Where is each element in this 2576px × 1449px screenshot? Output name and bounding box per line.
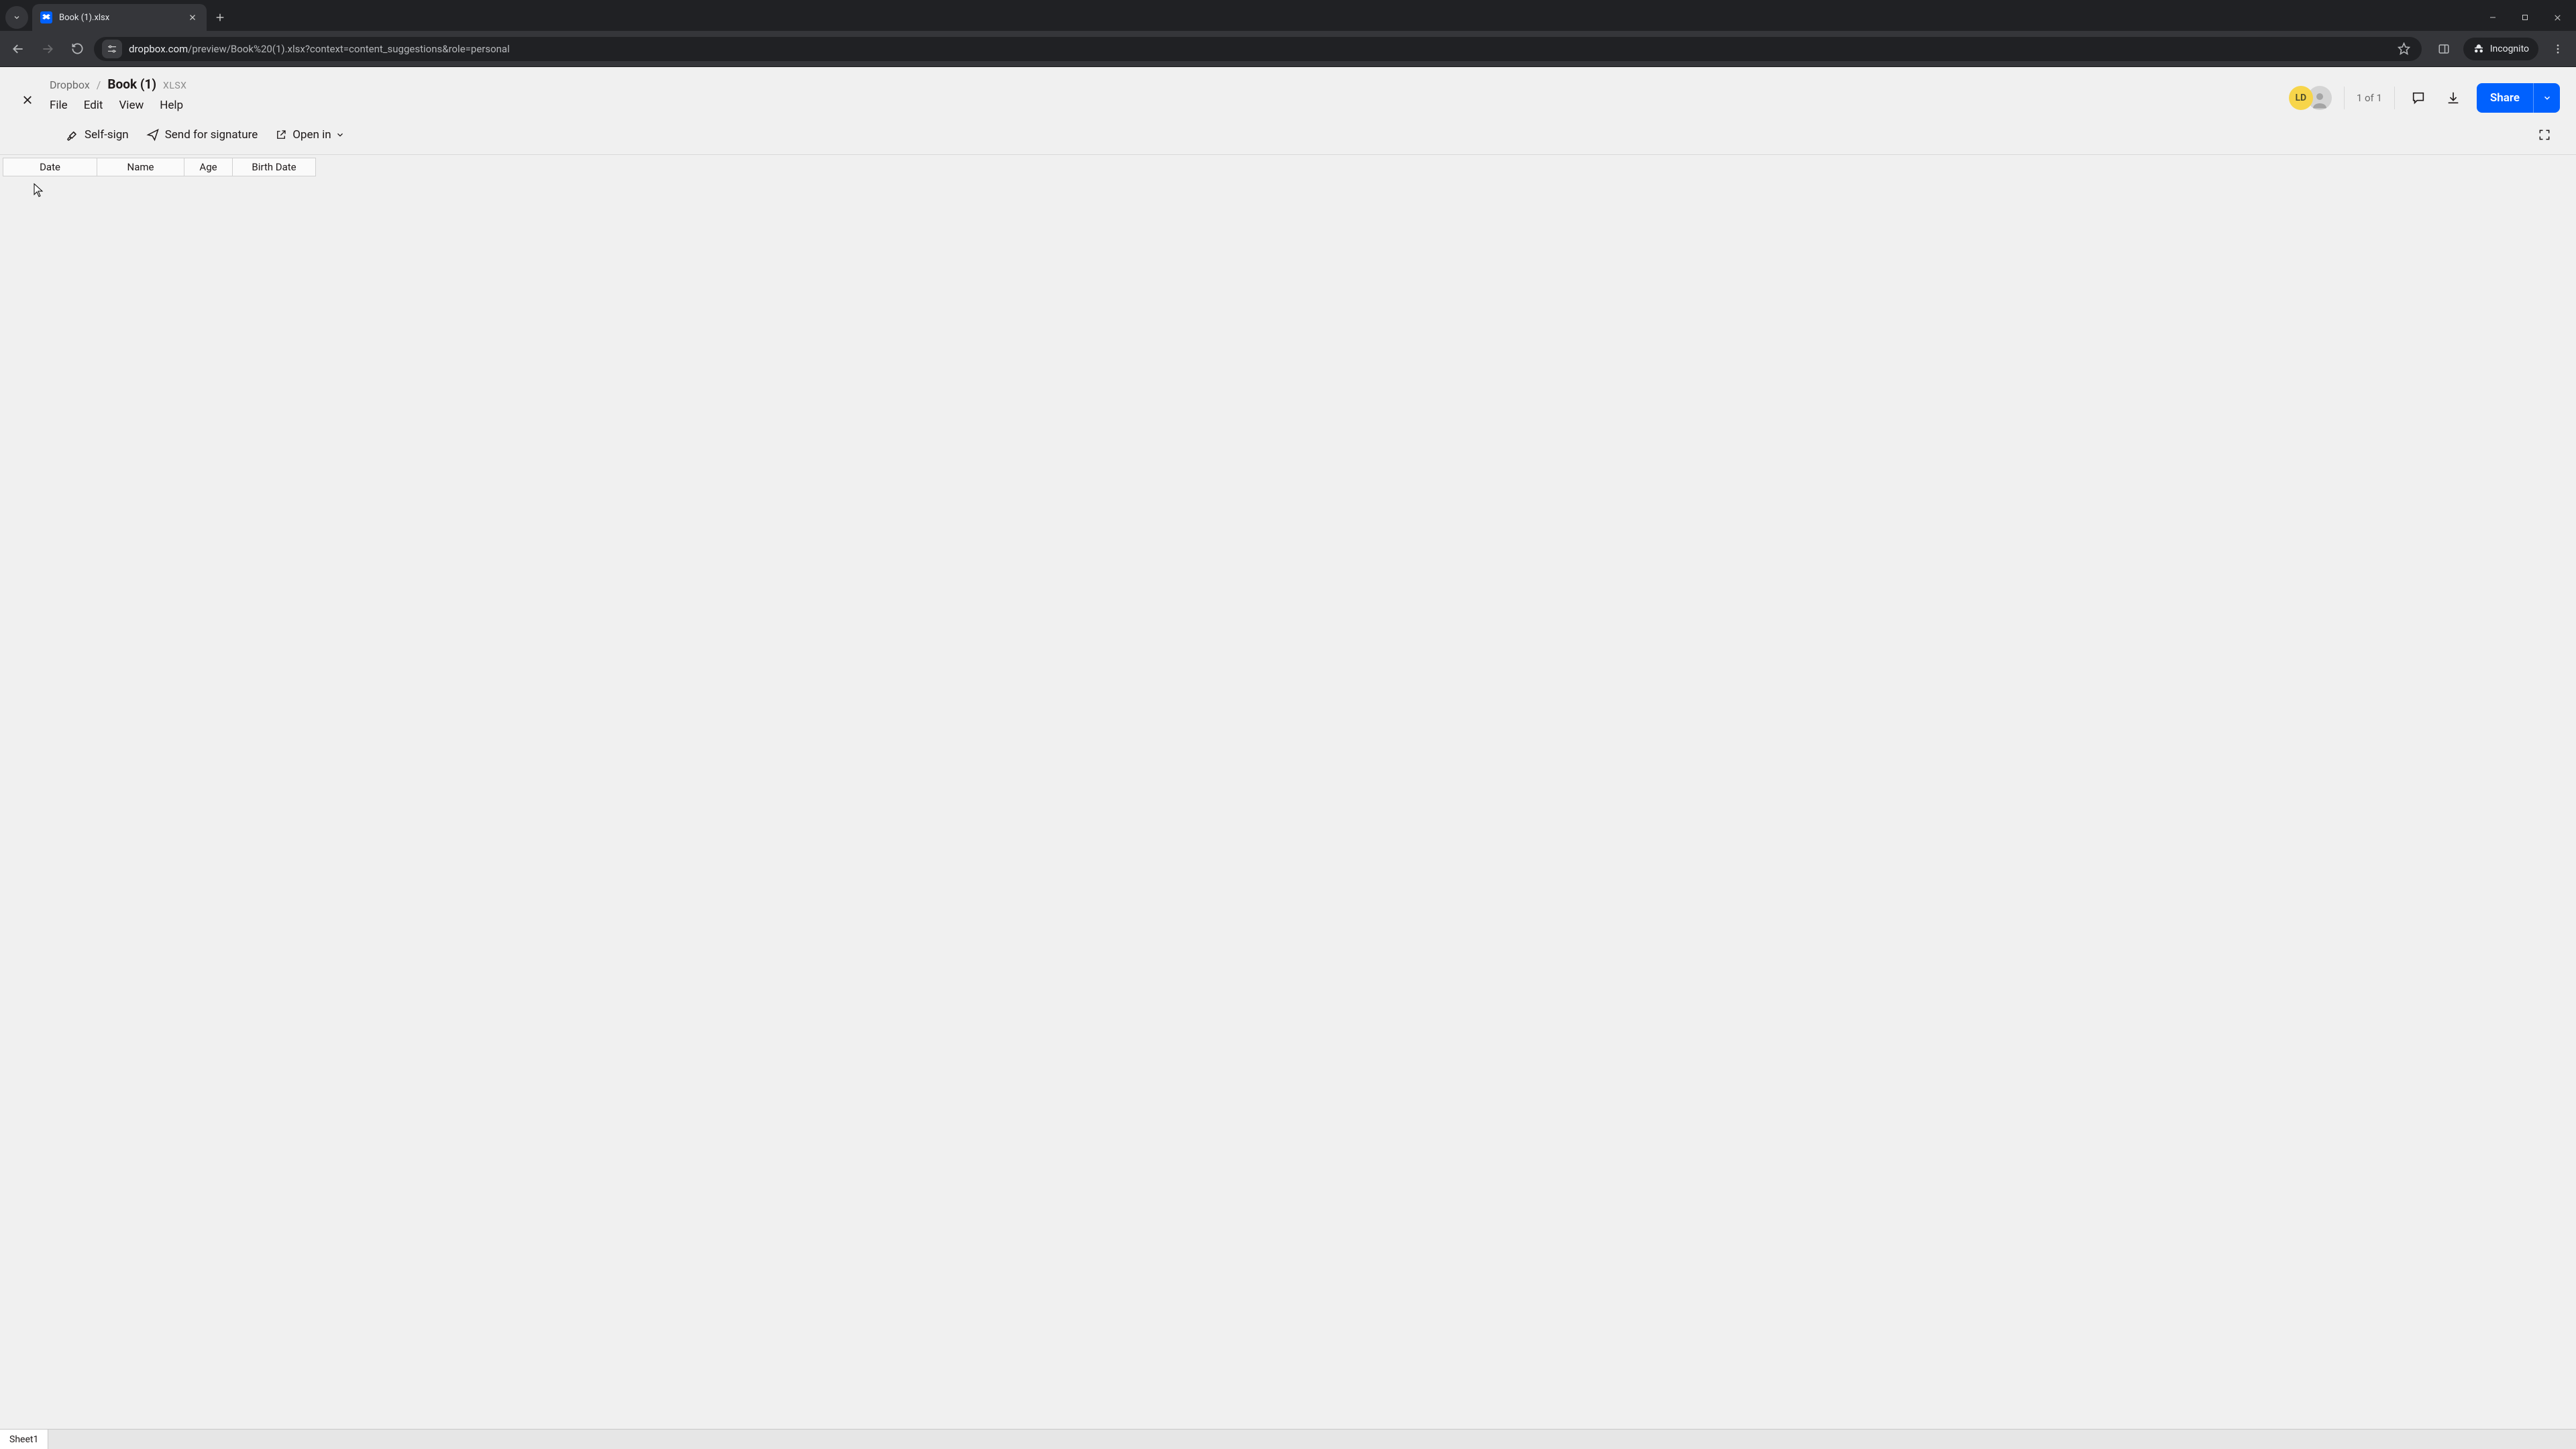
url-text: dropbox.com/preview/Book%20(1).xlsx?cont…: [129, 43, 2388, 55]
maximize-icon: [2521, 13, 2529, 21]
address-bar[interactable]: dropbox.com/preview/Book%20(1).xlsx?cont…: [94, 37, 2422, 61]
star-icon: [2398, 42, 2410, 55]
self-sign-label: Self-sign: [85, 128, 129, 142]
arrow-left-icon: [11, 42, 25, 56]
send-signature-label: Send for signature: [165, 128, 258, 142]
divider: [2344, 87, 2345, 109]
spreadsheet-area[interactable]: Date Name Age Birth Date: [0, 155, 2576, 1429]
send-signature-button[interactable]: Send for signature: [146, 128, 258, 142]
breadcrumb-root[interactable]: Dropbox: [50, 78, 90, 91]
tab-close-button[interactable]: [186, 11, 199, 23]
share-button-group: Share: [2477, 83, 2560, 113]
file-name: Book (1): [107, 76, 156, 92]
minimize-icon: [2489, 13, 2497, 21]
fullscreen-icon: [2538, 128, 2551, 142]
arrow-right-icon: [41, 42, 54, 56]
menu-view[interactable]: View: [119, 99, 144, 112]
avatar-stack[interactable]: LD: [2289, 86, 2332, 110]
download-icon: [2446, 91, 2461, 105]
file-menu-bar: File Edit View Help: [50, 99, 186, 112]
bookmark-button[interactable]: [2395, 40, 2414, 58]
menu-file[interactable]: File: [50, 99, 68, 112]
preview-header: Dropbox / Book (1) XLSX File Edit View H…: [0, 67, 2576, 117]
external-link-icon: [275, 129, 287, 141]
open-in-label: Open in: [292, 128, 331, 142]
download-button[interactable]: [2442, 87, 2465, 109]
header-left: Dropbox / Book (1) XLSX File Edit View H…: [50, 76, 186, 112]
column-header[interactable]: Name: [97, 158, 184, 176]
browser-menu-button[interactable]: [2545, 36, 2571, 62]
incognito-label: Incognito: [2490, 44, 2529, 54]
menu-help[interactable]: Help: [160, 99, 183, 112]
nav-back-button[interactable]: [5, 36, 31, 62]
side-panel-button[interactable]: [2431, 36, 2457, 62]
spreadsheet-table: Date Name Age Birth Date: [3, 158, 316, 176]
menu-edit[interactable]: Edit: [84, 99, 103, 112]
new-tab-button[interactable]: [207, 4, 233, 31]
tab-search-wrap: [1, 4, 32, 31]
table-header-row: Date Name Age Birth Date: [3, 158, 316, 176]
column-header[interactable]: Birth Date: [233, 158, 316, 176]
dropbox-page: Dropbox / Book (1) XLSX File Edit View H…: [0, 67, 2576, 1449]
breadcrumb-separator: /: [97, 78, 101, 91]
window-controls: [2477, 4, 2576, 31]
share-button[interactable]: Share: [2477, 83, 2533, 113]
site-info-button[interactable]: [102, 40, 122, 58]
nav-reload-button[interactable]: [64, 36, 90, 62]
dropbox-favicon: [40, 11, 52, 23]
incognito-icon: [2473, 43, 2485, 55]
fullscreen-button[interactable]: [2533, 123, 2556, 146]
chevron-down-icon: [2542, 93, 2552, 103]
url-path: /preview/Book%20(1).xlsx?context=content…: [188, 43, 510, 55]
sheet-tabs: Sheet1: [0, 1429, 2576, 1449]
close-icon: [21, 94, 34, 106]
site-settings-icon: [107, 44, 117, 54]
self-sign-button[interactable]: Self-sign: [66, 128, 129, 142]
comments-button[interactable]: [2407, 87, 2430, 109]
window-close-button[interactable]: [2541, 4, 2573, 31]
side-panel-icon: [2438, 43, 2450, 55]
close-icon: [189, 13, 197, 21]
avatar-user[interactable]: LD: [2289, 86, 2313, 110]
page-counter: 1 of 1: [2357, 92, 2382, 104]
column-header[interactable]: Date: [3, 158, 97, 176]
chevron-down-icon: [335, 130, 345, 140]
close-icon: [2553, 13, 2562, 22]
pen-icon: [66, 128, 79, 142]
action-bar: Self-sign Send for signature Open in: [0, 117, 2576, 154]
url-host: dropbox.com: [129, 43, 188, 55]
sheet-tab-active[interactable]: Sheet1: [0, 1430, 48, 1449]
incognito-indicator[interactable]: Incognito: [2463, 38, 2538, 60]
browser-tab-active[interactable]: Book (1).xlsx: [32, 4, 207, 31]
send-icon: [146, 128, 160, 142]
toolbar-right: Incognito: [2431, 36, 2571, 62]
close-preview-button[interactable]: [16, 89, 39, 111]
browser-tab-title: Book (1).xlsx: [59, 13, 180, 23]
divider: [2394, 87, 2395, 109]
reload-icon: [71, 42, 84, 55]
breadcrumb: Dropbox / Book (1) XLSX: [50, 76, 186, 92]
browser-tabstrip: Book (1).xlsx: [0, 0, 2576, 31]
column-header[interactable]: Age: [184, 158, 233, 176]
chevron-down-icon: [13, 13, 21, 21]
open-in-button[interactable]: Open in: [275, 128, 344, 142]
window-minimize-button[interactable]: [2477, 4, 2509, 31]
cursor-icon: [34, 183, 44, 198]
comment-icon: [2411, 91, 2426, 105]
share-more-button[interactable]: [2533, 83, 2560, 113]
plus-icon: [215, 12, 225, 23]
more-vertical-icon: [2552, 43, 2564, 55]
browser-toolbar: dropbox.com/preview/Book%20(1).xlsx?cont…: [0, 31, 2576, 67]
window-maximize-button[interactable]: [2509, 4, 2541, 31]
file-extension: XLSX: [163, 80, 186, 91]
nav-forward-button[interactable]: [35, 36, 60, 62]
header-right: LD 1 of 1 Share: [2289, 83, 2560, 113]
tab-search-button[interactable]: [5, 6, 28, 29]
